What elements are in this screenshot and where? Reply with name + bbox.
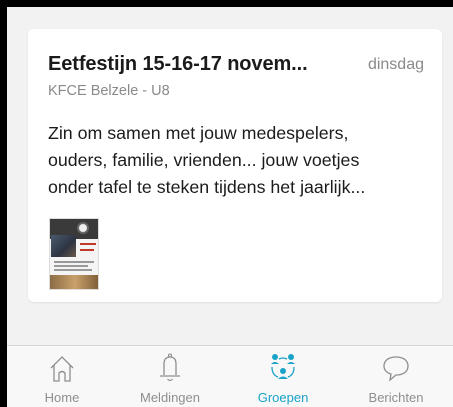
bell-icon [160,353,180,382]
club-logo [77,222,89,234]
chat-bubble-icon [383,356,409,382]
tab-groepen[interactable]: Groepen [233,346,333,407]
tab-home[interactable]: Home [12,346,112,407]
post-body-line: ouders, familie, vrienden... jouw voetje… [48,150,360,170]
post-card[interactable]: Eetfestijn 15-16-17 novem... dinsdag KFC… [28,29,442,302]
groups-icon [271,354,295,379]
post-date: dinsdag [367,56,424,73]
post-body-line: Zin om samen met jouw medespelers, [48,123,349,143]
post-group-name: KFCE Belzele - U8 [48,83,170,99]
tab-berichten[interactable]: Berichten [346,346,446,407]
post-body-line: onder tafel te steken tijdens het jaarli… [48,177,366,197]
post-title: Eetfestijn 15-16-17 novem... [48,53,308,75]
bottom-tab-bar: Home Meldingen Groepen Berichten [7,346,453,407]
post-header: Eetfestijn 15-16-17 novem... dinsdag [48,53,424,79]
tab-label: Meldingen [140,390,200,405]
attachment-thumbnail[interactable] [49,218,99,290]
tab-label: Berichten [368,390,424,405]
tab-label: Home [44,390,80,405]
home-icon [50,356,74,382]
tab-label: Groepen [257,390,309,405]
post-body: Zin om samen met jouw medespelers, ouder… [48,120,428,201]
tab-meldingen[interactable]: Meldingen [120,346,220,407]
app-screen: Eetfestijn 15-16-17 novem... dinsdag KFC… [7,7,453,407]
